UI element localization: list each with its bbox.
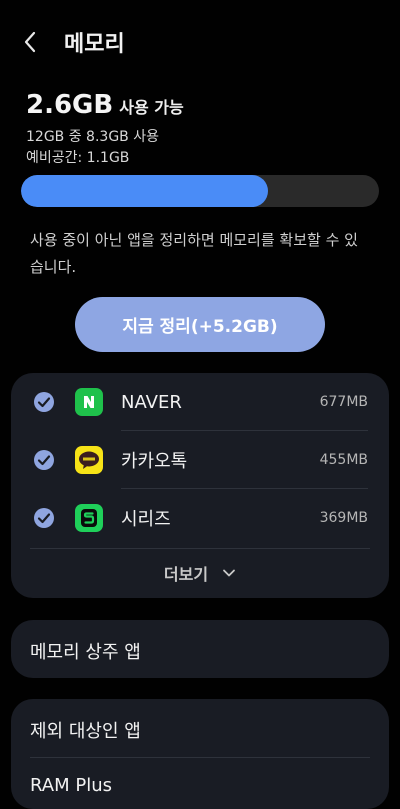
app-name: 시리즈 bbox=[121, 509, 171, 530]
app-name: 카카오톡 bbox=[121, 451, 188, 472]
usage-text: 12GB 중 8.3GB 사용 bbox=[26, 129, 159, 145]
app-size: 677MB bbox=[319, 394, 368, 410]
page-title: 메모리 bbox=[64, 32, 125, 57]
naver-icon bbox=[75, 388, 103, 416]
available-value: 2.6GB bbox=[26, 90, 114, 120]
apps-card: NAVER 677MB 카카오톡 455MB 시리즈 369MB 더보기 bbox=[11, 373, 389, 598]
check-icon[interactable] bbox=[34, 450, 54, 470]
app-size: 369MB bbox=[319, 510, 368, 526]
reserved-text: 예비공간: 1.1GB bbox=[26, 150, 130, 166]
chevron-down-icon bbox=[223, 569, 235, 577]
app-size: 455MB bbox=[319, 452, 368, 468]
series-icon bbox=[75, 504, 103, 532]
memory-usage-bar bbox=[21, 175, 379, 207]
app-row-naver[interactable]: NAVER 677MB bbox=[11, 373, 389, 431]
excluded-apps-card: 제외 대상인 앱 RAM Plus bbox=[11, 699, 389, 809]
chevron-left-icon bbox=[24, 31, 36, 53]
app-row-kakaotalk[interactable]: 카카오톡 455MB bbox=[11, 431, 389, 489]
memory-available: 2.6GB 사용 가능 bbox=[26, 90, 184, 120]
divider bbox=[30, 757, 370, 758]
available-label: 사용 가능 bbox=[119, 98, 184, 117]
divider bbox=[30, 548, 370, 549]
back-button[interactable] bbox=[22, 22, 52, 62]
clean-now-button[interactable]: 지금 정리(+5.2GB) bbox=[75, 297, 325, 352]
app-row-series[interactable]: 시리즈 369MB bbox=[11, 489, 389, 547]
cleanup-description: 사용 중이 아닌 앱을 정리하면 메모리를 확보할 수 있습니다. bbox=[30, 231, 358, 276]
more-button[interactable]: 더보기 bbox=[11, 553, 389, 593]
resident-apps-label: 메모리 상주 앱 bbox=[30, 642, 141, 663]
excluded-apps-label[interactable]: 제외 대상인 앱 bbox=[30, 717, 141, 743]
header: 메모리 bbox=[22, 22, 378, 62]
app-name: NAVER bbox=[121, 391, 182, 413]
resident-apps-item[interactable]: 메모리 상주 앱 bbox=[11, 620, 389, 678]
more-label: 더보기 bbox=[163, 565, 209, 584]
kakaotalk-icon bbox=[75, 446, 103, 474]
check-icon[interactable] bbox=[34, 392, 54, 412]
check-icon[interactable] bbox=[34, 508, 54, 528]
ram-plus-label[interactable]: RAM Plus bbox=[30, 775, 112, 796]
memory-usage-bar-fill bbox=[21, 175, 269, 207]
